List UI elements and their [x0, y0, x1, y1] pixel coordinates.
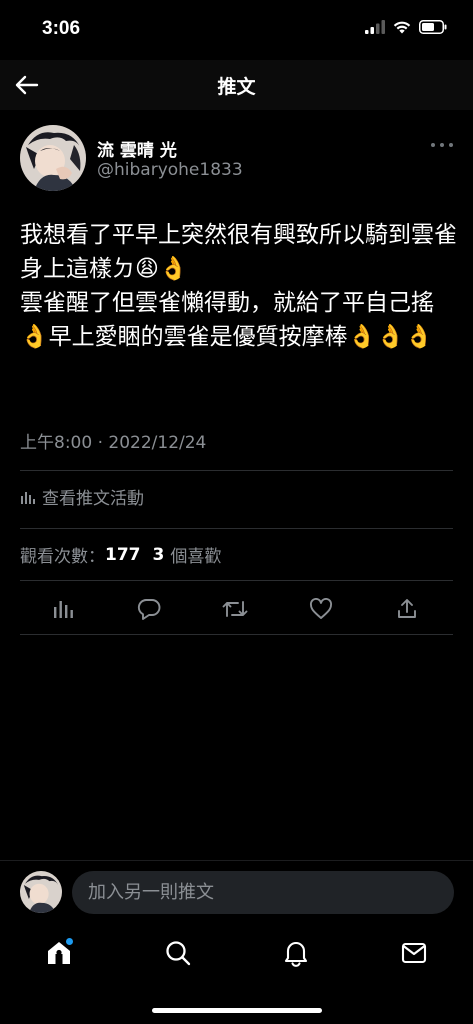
page-title: 推文: [217, 76, 256, 98]
signal-icon: [365, 20, 385, 34]
messages-icon: [401, 942, 427, 964]
nav-home[interactable]: [42, 936, 76, 970]
nav-notifications[interactable]: [279, 936, 313, 970]
reply-icon: [137, 599, 161, 620]
user-avatar[interactable]: [20, 871, 62, 913]
retweet-button[interactable]: [220, 594, 250, 624]
author-handle[interactable]: @hibaryohe1833: [97, 160, 243, 180]
notification-dot: [66, 938, 73, 945]
more-options-button[interactable]: [431, 140, 453, 150]
views-count[interactable]: 177: [105, 545, 141, 565]
top-bar: 推文: [0, 60, 473, 110]
bottom-navigation: [0, 922, 473, 984]
analytics-icon: [54, 601, 73, 618]
reply-composer: [0, 860, 473, 922]
activity-label: 查看推文活動: [42, 489, 144, 509]
dot-icon: [440, 143, 444, 147]
nav-messages[interactable]: [397, 936, 431, 970]
reply-input[interactable]: [72, 871, 454, 914]
share-button[interactable]: [392, 594, 422, 624]
tweet-text: 我想看了平早上突然很有興致所以騎到雲雀身上這樣ㄉ😩👌 雲雀醒了但雲雀懶得動，就給…: [20, 222, 457, 350]
tweet-timestamp[interactable]: 上午8:00 · 2022/12/24: [20, 428, 206, 453]
home-indicator[interactable]: [152, 1008, 322, 1013]
avatar-image: [20, 125, 86, 191]
status-icons: [365, 20, 447, 34]
battery-icon: [419, 20, 447, 34]
tweet-stats: 觀看次數： 177 3 個喜歡: [20, 542, 221, 568]
retweet-icon: [222, 601, 248, 617]
like-button[interactable]: [306, 594, 336, 624]
search-icon: [166, 941, 191, 966]
analytics-small-icon: [21, 491, 35, 504]
wifi-icon: [393, 21, 411, 34]
avatar-image: [20, 871, 62, 913]
status-bar: 3:06: [0, 0, 473, 60]
share-icon: [398, 599, 416, 618]
likes-count[interactable]: 3: [153, 545, 165, 565]
divider: [20, 470, 453, 471]
nav-search[interactable]: [161, 936, 195, 970]
like-icon: [310, 598, 332, 619]
divider: [20, 634, 453, 635]
author-avatar[interactable]: [20, 125, 86, 191]
views-label: 觀看次數：: [20, 547, 105, 567]
tweet-actions: [0, 590, 473, 626]
likes-label[interactable]: 個喜歡: [170, 542, 221, 567]
dot-icon: [431, 143, 435, 147]
reply-button[interactable]: [134, 594, 164, 624]
divider: [20, 528, 453, 529]
status-time: 3:06: [42, 18, 81, 39]
author-display-name[interactable]: 流 雲晴 光: [97, 136, 177, 161]
analytics-button[interactable]: [48, 594, 78, 624]
dot-icon: [449, 143, 453, 147]
divider: [20, 580, 453, 581]
notifications-icon: [284, 942, 308, 967]
view-tweet-activity[interactable]: 查看推文活動: [20, 484, 144, 509]
